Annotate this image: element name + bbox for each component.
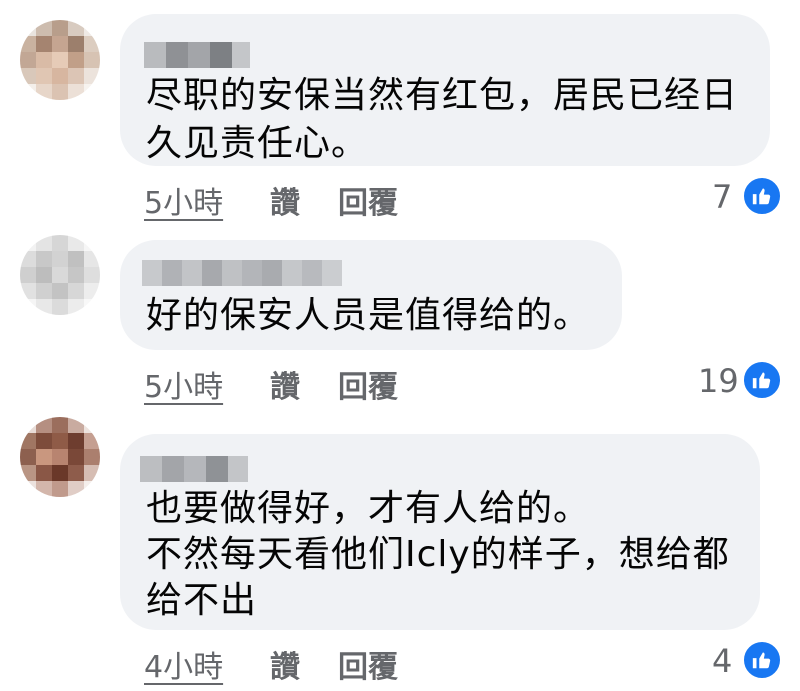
reply-button[interactable]: 回覆 bbox=[338, 642, 398, 686]
timestamp-link[interactable]: 4小時 bbox=[144, 642, 223, 686]
timestamp-link[interactable]: 5小時 bbox=[144, 362, 223, 406]
comment-actions: 4小時 讚 回覆 4 bbox=[0, 640, 800, 686]
reaction-count[interactable]: 4 bbox=[712, 642, 732, 680]
reply-button[interactable]: 回覆 bbox=[338, 178, 398, 222]
like-button[interactable]: 讚 bbox=[270, 642, 300, 686]
reaction-count[interactable]: 7 bbox=[712, 178, 732, 216]
thumbs-up-icon[interactable] bbox=[742, 176, 782, 216]
thumbs-up-icon[interactable] bbox=[742, 360, 782, 400]
avatar[interactable] bbox=[20, 20, 100, 100]
like-button[interactable]: 讚 bbox=[270, 362, 300, 406]
comment-bubble: 好的保安人员是值得给的。 bbox=[120, 240, 622, 350]
commenter-name[interactable] bbox=[142, 260, 342, 286]
commenter-name[interactable] bbox=[140, 456, 248, 482]
comment-text: 也要做得好，才有人给的。 不然每天看他们Icly的样子，想给都 给不出 bbox=[146, 488, 730, 621]
comment-bubble: 也要做得好，才有人给的。 不然每天看他们Icly的样子，想给都 给不出 bbox=[120, 434, 760, 630]
comment-actions: 5小時 讚 回覆 7 bbox=[0, 176, 800, 222]
commenter-name[interactable] bbox=[144, 42, 250, 68]
timestamp-link[interactable]: 5小時 bbox=[144, 178, 223, 222]
like-button[interactable]: 讚 bbox=[270, 178, 300, 222]
avatar[interactable] bbox=[20, 235, 100, 315]
comment-actions: 5小時 讚 回覆 19 bbox=[0, 360, 800, 406]
comment-text: 尽职的安保当然有红包，居民已经日 久见责任心。 bbox=[146, 75, 739, 164]
reply-button[interactable]: 回覆 bbox=[338, 362, 398, 406]
comment-text: 好的保安人员是值得给的。 bbox=[146, 295, 591, 336]
avatar[interactable] bbox=[20, 417, 100, 497]
reaction-count[interactable]: 19 bbox=[698, 362, 739, 400]
comment-bubble: 尽职的安保当然有红包，居民已经日 久见责任心。 bbox=[120, 14, 770, 166]
thumbs-up-icon[interactable] bbox=[742, 640, 782, 680]
